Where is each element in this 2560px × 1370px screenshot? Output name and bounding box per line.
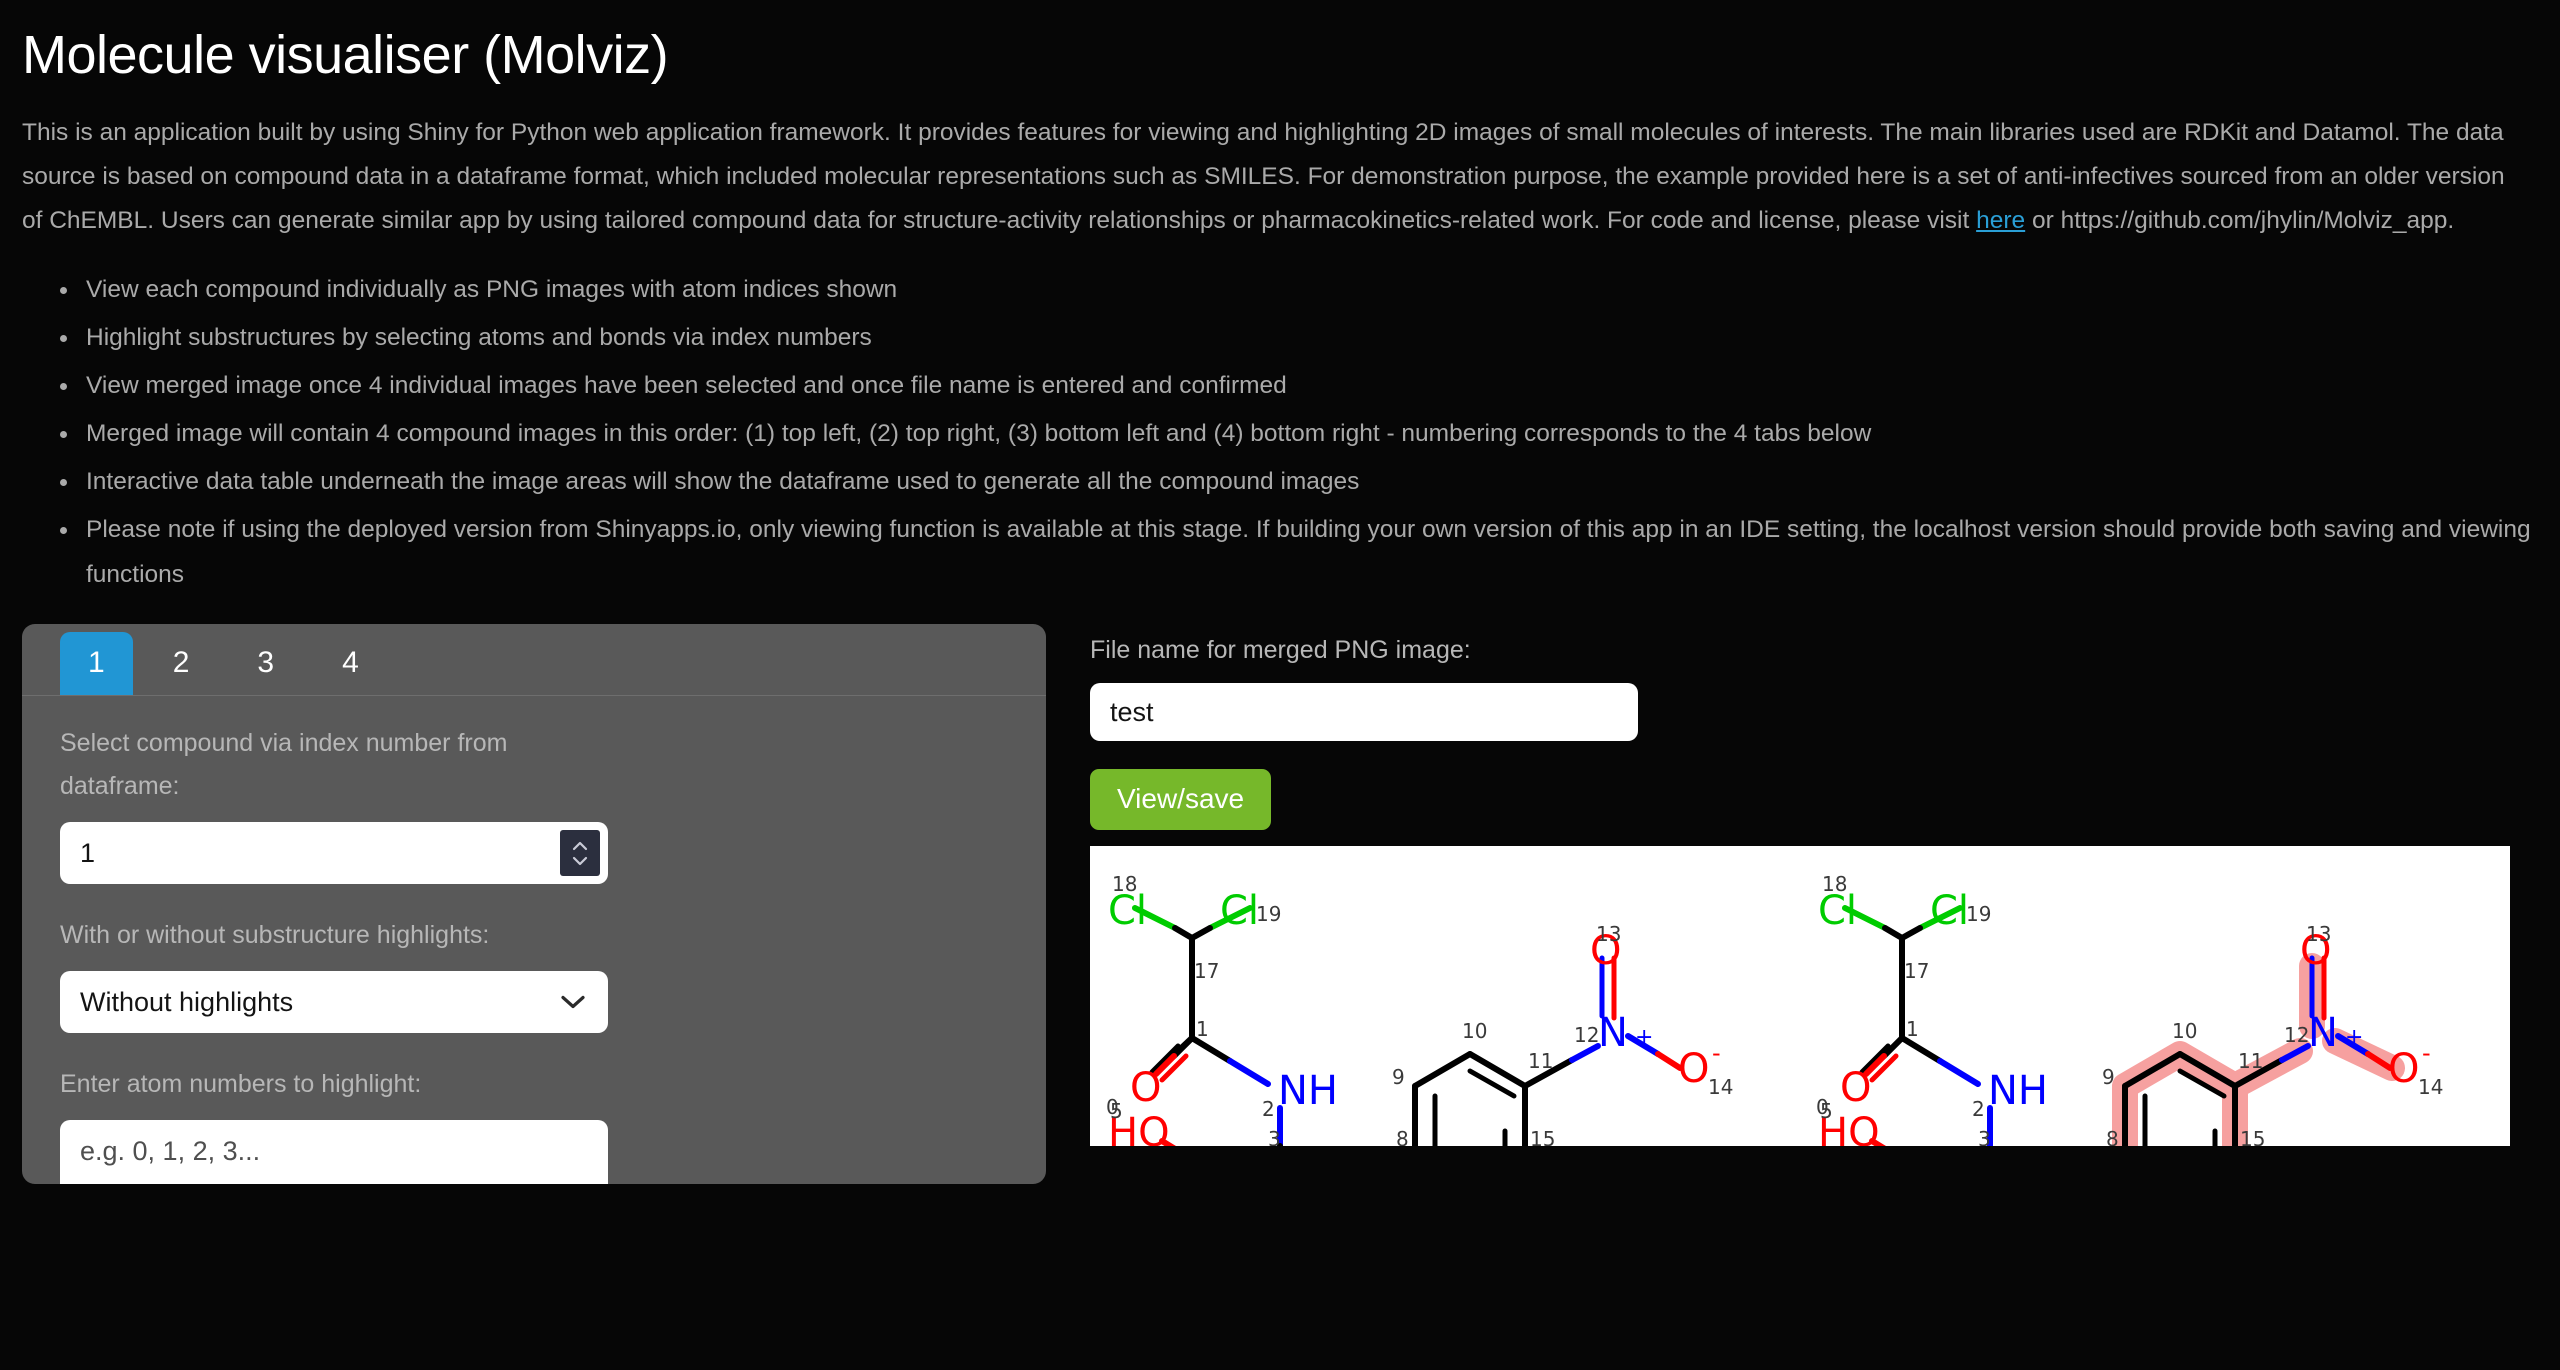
atom-index-17: 17	[1194, 959, 1219, 983]
atom-index-17: 17	[1904, 959, 1929, 983]
atom-label-O-14: O	[2388, 1046, 2419, 1092]
highlight-mode-label: With or without substructure highlights:	[60, 921, 490, 950]
filename-input[interactable]: test	[1090, 683, 1638, 742]
atom-index-14: 14	[1708, 1075, 1733, 1099]
highlight-mode-value: Without highlights	[80, 986, 294, 1017]
atom-charge-minus-14: -	[2422, 1039, 2431, 1067]
atom-index-8: 8	[2106, 1127, 2119, 1146]
atom-index-18: 18	[1112, 872, 1137, 896]
tab-4[interactable]: 4	[314, 632, 387, 695]
merged-image-panel: Cl Cl O NH HO N + O - O 18 19 17 1 0 2 3…	[1090, 846, 2510, 1147]
tab-bar: 1 2 3 4	[22, 624, 1046, 697]
atom-index-10: 10	[1462, 1019, 1487, 1043]
atom-label-O-0: O	[1130, 1065, 1161, 1111]
atom-index-14: 14	[2418, 1075, 2443, 1099]
atom-label-NH-2: NH	[1278, 1068, 1338, 1114]
atom-index-18: 18	[1822, 872, 1847, 896]
atom-charge-plus-12: +	[1635, 1025, 1653, 1050]
stepper-arrows[interactable]	[560, 830, 600, 877]
atom-label-N-12: N	[2308, 1010, 2338, 1056]
atom-index-13: 13	[2306, 922, 2331, 946]
atom-index-11: 11	[1528, 1049, 1553, 1073]
atom-index-9: 9	[2102, 1065, 2115, 1089]
atom-index-12: 12	[2284, 1023, 2309, 1047]
intro-paragraph: This is an application built by using Sh…	[22, 111, 2527, 243]
atom-label-O-14: O	[1678, 1046, 1709, 1092]
atom-index-3: 3	[1268, 1127, 1281, 1146]
list-item: Merged image will contain 4 compound ima…	[80, 411, 2538, 456]
feature-list: View each compound individually as PNG i…	[22, 267, 2538, 597]
atom-index-15: 15	[1530, 1127, 1555, 1146]
atom-numbers-textarea[interactable]: e.g. 0, 1, 2, 3...	[60, 1120, 608, 1185]
tab-1[interactable]: 1	[60, 632, 133, 696]
list-item: Interactive data table underneath the im…	[80, 459, 2538, 504]
atom-label-O-0: O	[1840, 1065, 1871, 1111]
atom-index-10: 10	[2172, 1019, 2197, 1043]
chevron-down-icon	[561, 996, 585, 1009]
chevron-up-icon[interactable]	[572, 841, 588, 851]
sidebar-panel: 1 2 3 4 Select compound via index number…	[22, 624, 1046, 1185]
chevron-down-icon[interactable]	[572, 856, 588, 866]
atom-index-12: 12	[1574, 1023, 1599, 1047]
tab-2[interactable]: 2	[145, 632, 218, 695]
atom-label-NH-2: NH	[1988, 1068, 2048, 1114]
sidebar-body: Select compound via index number from da…	[22, 696, 1046, 1185]
main-panel: File name for merged PNG image: test Vie…	[1090, 624, 2538, 1184]
atom-index-8: 8	[1396, 1127, 1409, 1146]
atom-index-2: 2	[1972, 1097, 1985, 1121]
list-item: Please note if using the deployed versio…	[80, 507, 2538, 597]
page-title: Molecule visualiser (Molviz)	[22, 25, 669, 85]
atom-index-5: 5	[1820, 1099, 1833, 1123]
molecule-images: Cl Cl O NH HO N + O - O 18 19 17 1 0 2 3…	[1090, 846, 2510, 1147]
tab-3[interactable]: 3	[229, 632, 302, 695]
atom-index-1: 1	[1906, 1017, 1919, 1041]
atom-numbers-label: Enter atom numbers to highlight:	[60, 1070, 422, 1099]
github-here-link[interactable]: here	[1976, 207, 2025, 234]
highlight-mode-select[interactable]: Without highlights	[60, 971, 608, 1034]
view-save-button[interactable]: View/save	[1090, 769, 1272, 831]
compound-index-label: Select compound via index number from da…	[60, 729, 508, 801]
atom-label-N-12: N	[1598, 1010, 1628, 1056]
list-item: Highlight substructures by selecting ato…	[80, 315, 2538, 360]
atom-index-2: 2	[1262, 1097, 1275, 1121]
filename-label: File name for merged PNG image:	[1090, 636, 1471, 665]
filename-value: test	[1110, 696, 1154, 727]
atom-index-19: 19	[1966, 902, 1991, 926]
list-item: View merged image once 4 individual imag…	[80, 363, 2538, 408]
atom-index-1: 1	[1196, 1017, 1209, 1041]
atom-index-3: 3	[1978, 1127, 1991, 1146]
atom-label-Cl-19: Cl	[1930, 888, 1969, 934]
lower-section: 1 2 3 4 Select compound via index number…	[22, 624, 2538, 1185]
compound-index-value: 1	[80, 837, 96, 868]
intro-text-part-2: or https://github.com/jhylin/Molviz_app.	[2025, 207, 2455, 235]
atom-numbers-placeholder: e.g. 0, 1, 2, 3...	[80, 1136, 261, 1167]
atom-charge-plus-12: +	[2345, 1025, 2363, 1050]
atom-index-13: 13	[1596, 922, 1621, 946]
atom-index-15: 15	[2240, 1127, 2265, 1146]
atom-index-19: 19	[1256, 902, 1281, 926]
app-root: Molecule visualiser (Molviz) This is an …	[0, 25, 2560, 1370]
list-item: View each compound individually as PNG i…	[80, 267, 2538, 312]
atom-index-9: 9	[1392, 1065, 1405, 1089]
atom-charge-minus-14: -	[1712, 1039, 1721, 1067]
atom-index-5: 5	[1110, 1099, 1123, 1123]
compound-index-stepper[interactable]: 1	[60, 822, 608, 885]
atom-index-11: 11	[2238, 1049, 2263, 1073]
atom-label-Cl-19: Cl	[1220, 888, 1259, 934]
